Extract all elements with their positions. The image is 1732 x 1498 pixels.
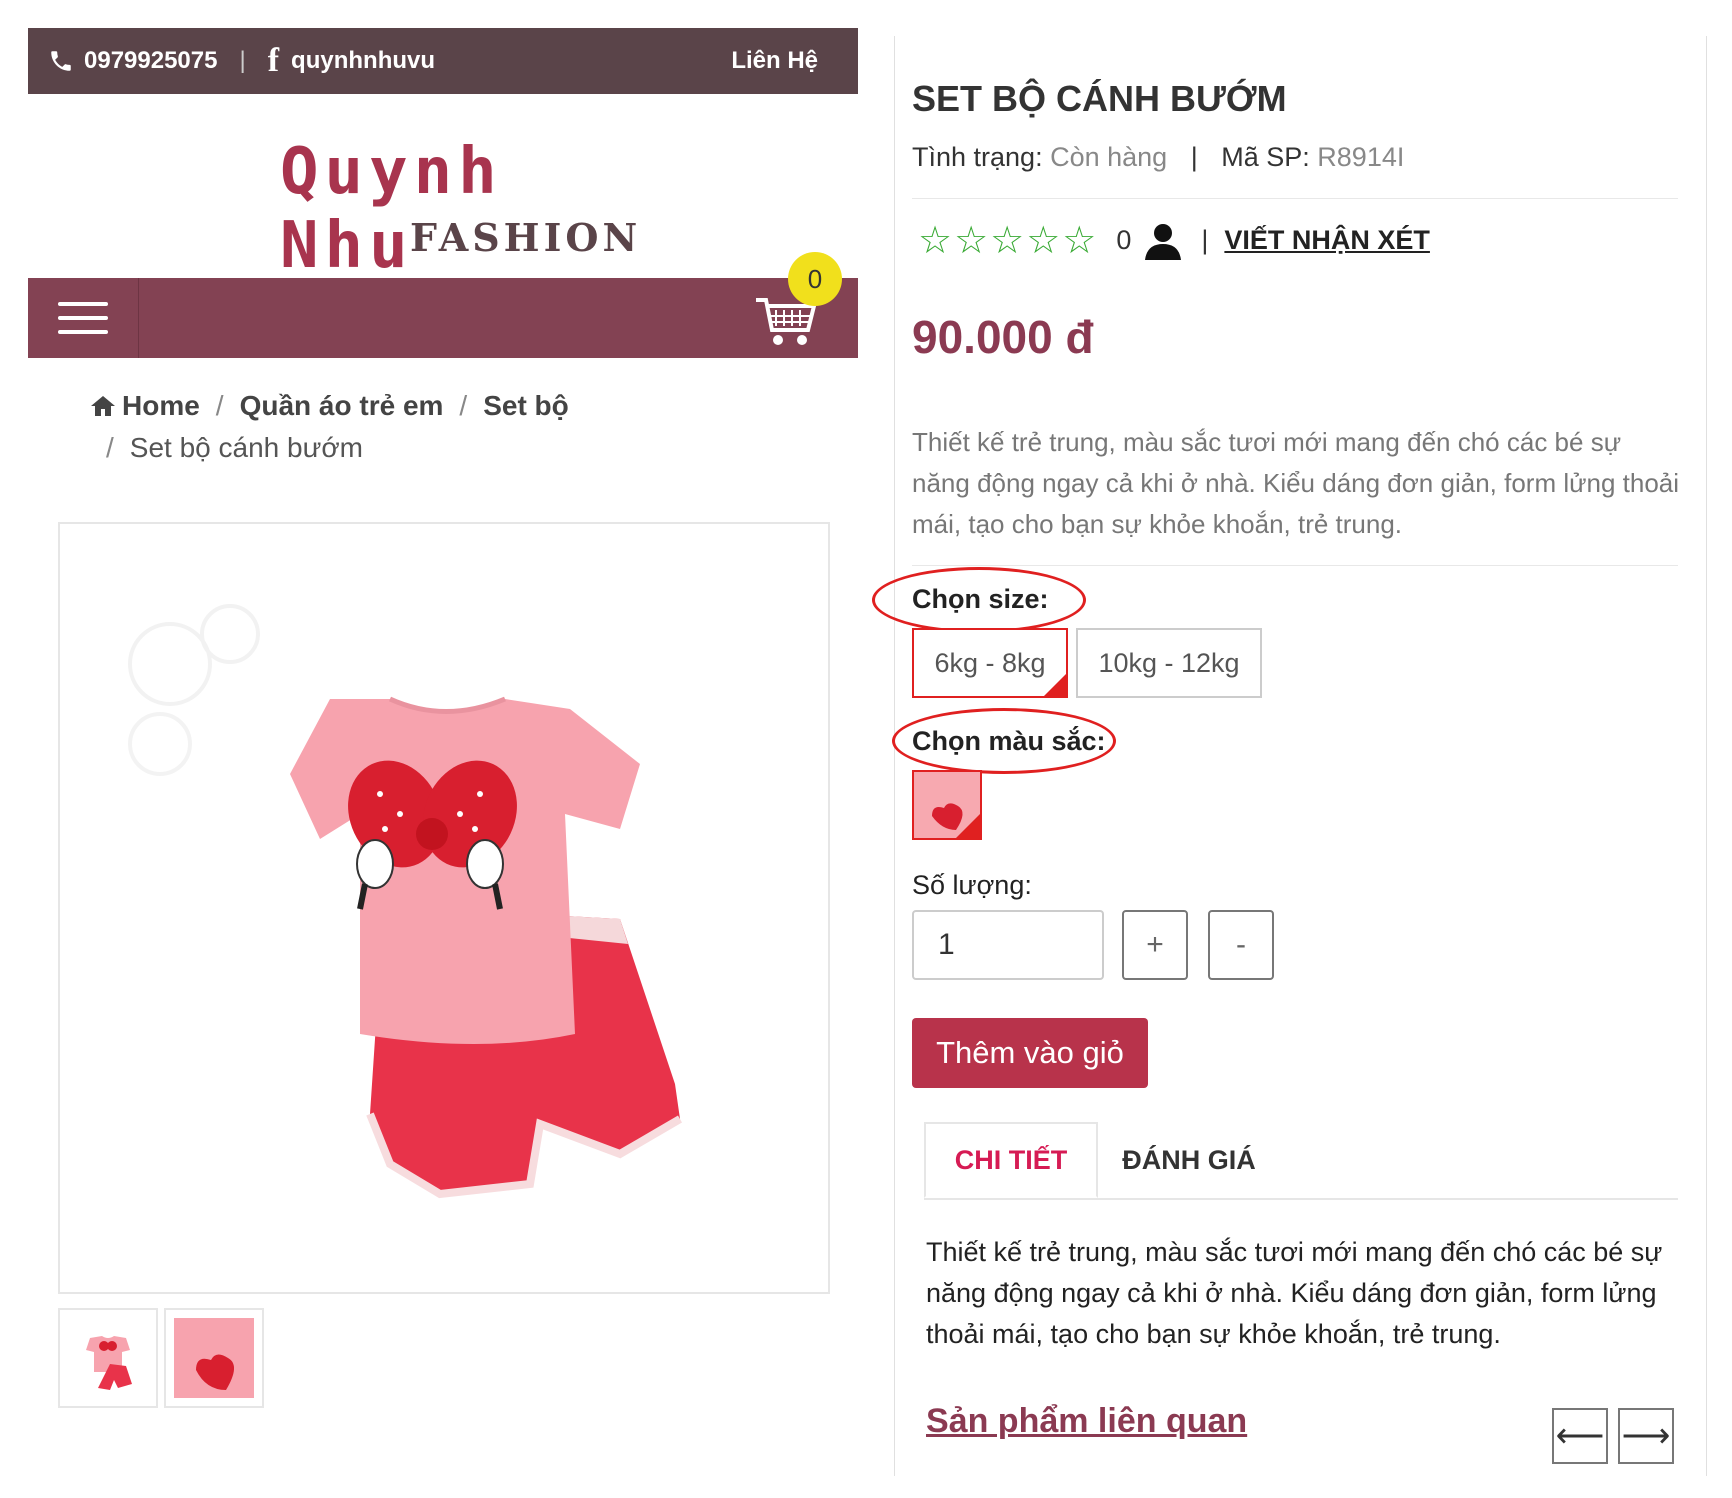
product-price: 90.000 đ	[912, 311, 1094, 363]
status-label: Tình trạng:	[912, 142, 1043, 172]
product-short-description: Thiết kế trẻ trung, màu sắc tươi mới man…	[912, 427, 1680, 539]
product-tabs: CHI TIẾT ĐÁNH GIÁ	[924, 1122, 1678, 1200]
product-thumbnail-1[interactable]	[58, 1308, 158, 1408]
hamburger-menu-icon[interactable]	[28, 278, 139, 358]
quantity-decrease-button[interactable]: -	[1208, 910, 1274, 980]
breadcrumb-current: Set bộ cánh bướm	[129, 432, 364, 463]
thumbnail-illustration	[86, 1336, 132, 1390]
size-option-label: 6kg - 8kg	[934, 647, 1046, 678]
write-review-link[interactable]: VIẾT NHẬN XÉT	[1224, 225, 1430, 256]
quantity-input[interactable]: 1	[912, 910, 1104, 980]
next-arrow-button[interactable]: ⟶	[1618, 1408, 1674, 1464]
facebook-icon: f	[267, 42, 280, 79]
tab-detail-content: Thiết kế trẻ trung, màu sắc tươi mới man…	[926, 1237, 1663, 1349]
prev-arrow-button[interactable]: ⟵	[1552, 1408, 1608, 1464]
star-rating-icon[interactable]: ☆☆☆☆☆	[918, 218, 1098, 263]
review-count: 0	[1116, 225, 1132, 255]
facebook-link[interactable]: f quynhnhuvu	[268, 44, 435, 78]
status-value: Còn hàng	[1050, 142, 1168, 172]
site-logo[interactable]: Quynh Nhu FASHION	[270, 135, 637, 283]
divider	[912, 198, 1678, 199]
phone-number: 0979925075	[84, 47, 218, 74]
phone-icon	[51, 51, 71, 71]
color-label: Chọn màu sắc:	[912, 726, 1106, 756]
color-swatch-illustration	[932, 803, 980, 838]
panel-divider-right	[1706, 36, 1707, 1476]
phone-link[interactable]: 0979925075	[48, 47, 217, 75]
facebook-name: quynhnhuvu	[291, 47, 436, 74]
product-main-image[interactable]	[58, 522, 830, 1294]
tab-review[interactable]: ĐÁNH GIÁ	[1114, 1122, 1264, 1198]
breadcrumb-home[interactable]: Home	[122, 385, 200, 427]
home-icon	[91, 396, 115, 416]
size-option-label: 10kg - 12kg	[1098, 647, 1240, 678]
divider: |	[239, 47, 246, 74]
size-label: Chọn size:	[912, 584, 1049, 614]
contact-link[interactable]: Liên Hệ	[731, 47, 818, 75]
selected-check-icon	[1044, 674, 1066, 696]
product-title: SET BỘ CÁNH BƯỚM	[912, 78, 1287, 119]
thumbnail-illustration	[174, 1318, 254, 1398]
rating-row: ☆☆☆☆☆ 0 | VIẾT NHẬN XÉT	[918, 218, 1430, 263]
quantity-increase-button[interactable]: +	[1122, 910, 1188, 980]
quantity-label: Số lượng:	[912, 870, 1032, 900]
breadcrumb: Home / Quần áo trẻ em / Set bộ / Set bộ c…	[90, 385, 569, 469]
product-thumbnail-2[interactable]	[164, 1308, 264, 1408]
user-icon	[1145, 223, 1182, 260]
breadcrumb-subcategory[interactable]: Set bộ	[483, 385, 569, 427]
color-swatch-pink[interactable]	[912, 770, 982, 840]
logo-sub-text: FASHION	[410, 215, 642, 260]
product-status-line: Tình trạng: Còn hàng | Mã SP: R8914I	[912, 142, 1405, 172]
size-option-10-12kg[interactable]: 10kg - 12kg	[1076, 628, 1262, 698]
logo-main-text: Quynh Nhu	[280, 135, 503, 283]
sku-label: Mã SP:	[1221, 142, 1310, 172]
add-to-cart-button[interactable]: Thêm vào giỏ	[912, 1018, 1148, 1088]
related-products-title[interactable]: Sản phẩm liên quan	[926, 1402, 1247, 1441]
top-bar: 0979925075 | f quynhnhuvu Liên Hệ	[28, 28, 858, 94]
cart-count-badge: 0	[788, 252, 842, 306]
main-nav-bar: 0	[28, 252, 858, 358]
sku-value: R8914I	[1317, 142, 1405, 172]
panel-divider	[894, 36, 895, 1476]
divider	[912, 565, 1678, 566]
breadcrumb-category[interactable]: Quần áo trẻ em	[240, 385, 444, 427]
product-image-illustration	[128, 604, 683, 1199]
tab-detail[interactable]: CHI TIẾT	[924, 1122, 1098, 1198]
size-option-6-8kg[interactable]: 6kg - 8kg	[912, 628, 1068, 698]
